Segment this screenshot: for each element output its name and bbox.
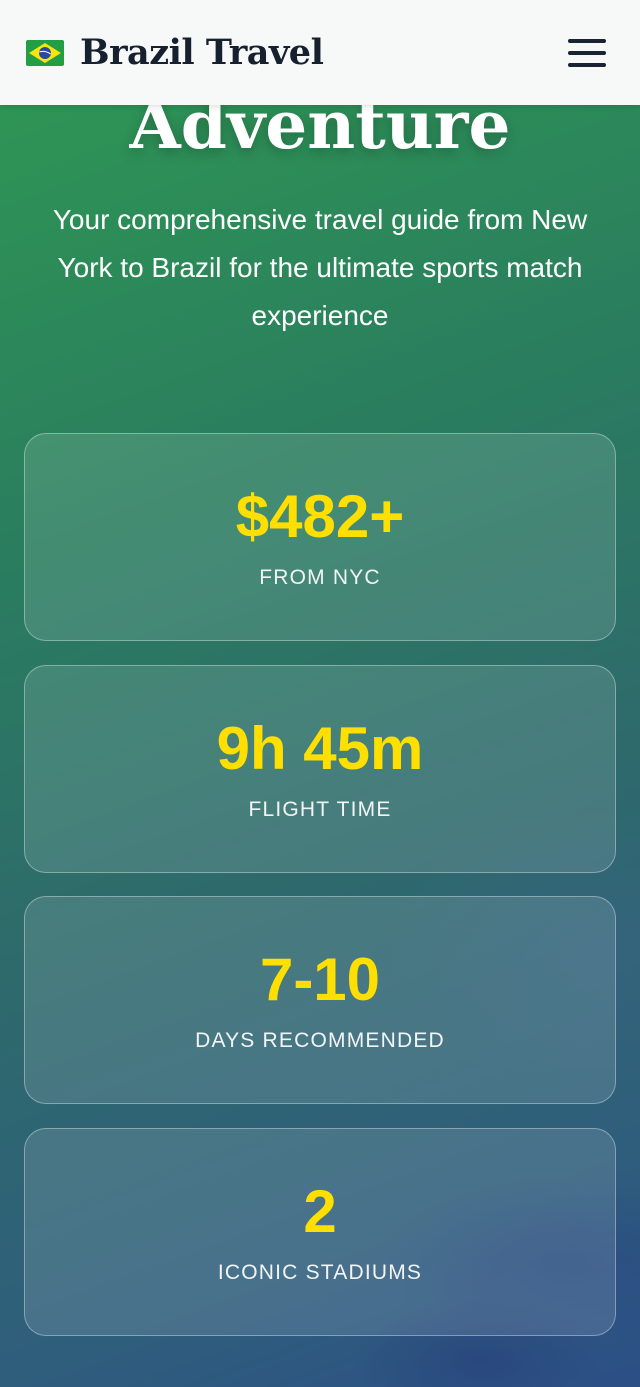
stat-card-stadiums: 2 ICONIC STADIUMS	[24, 1128, 616, 1336]
menu-bar	[568, 38, 606, 43]
brazil-flag-icon	[26, 39, 64, 66]
brand-logo[interactable]: Brazil Travel	[26, 32, 324, 73]
stat-label: FROM NYC	[259, 566, 381, 589]
stat-card-days: 7-10 DAYS RECOMMENDED	[24, 896, 616, 1104]
hamburger-menu-icon[interactable]	[568, 38, 606, 67]
stat-value: 2	[303, 1178, 337, 1245]
stat-value: 9h 45m	[216, 715, 424, 782]
brand-name: Brazil Travel	[80, 32, 324, 73]
menu-bar	[568, 50, 606, 55]
stat-value: $482+	[235, 483, 405, 550]
stat-card-price: $482+ FROM NYC	[24, 433, 616, 641]
site-header: Brazil Travel	[0, 0, 640, 105]
stat-label: FLIGHT TIME	[248, 798, 392, 821]
stat-label: ICONIC STADIUMS	[217, 1261, 423, 1284]
stat-label: DAYS RECOMMENDED	[195, 1029, 445, 1052]
stat-value: 7-10	[259, 946, 381, 1013]
menu-bar	[568, 62, 606, 67]
stat-card-flight-time: 9h 45m FLIGHT TIME	[24, 665, 616, 873]
hero-subtitle: Your comprehensive travel guide from New…	[52, 204, 588, 331]
